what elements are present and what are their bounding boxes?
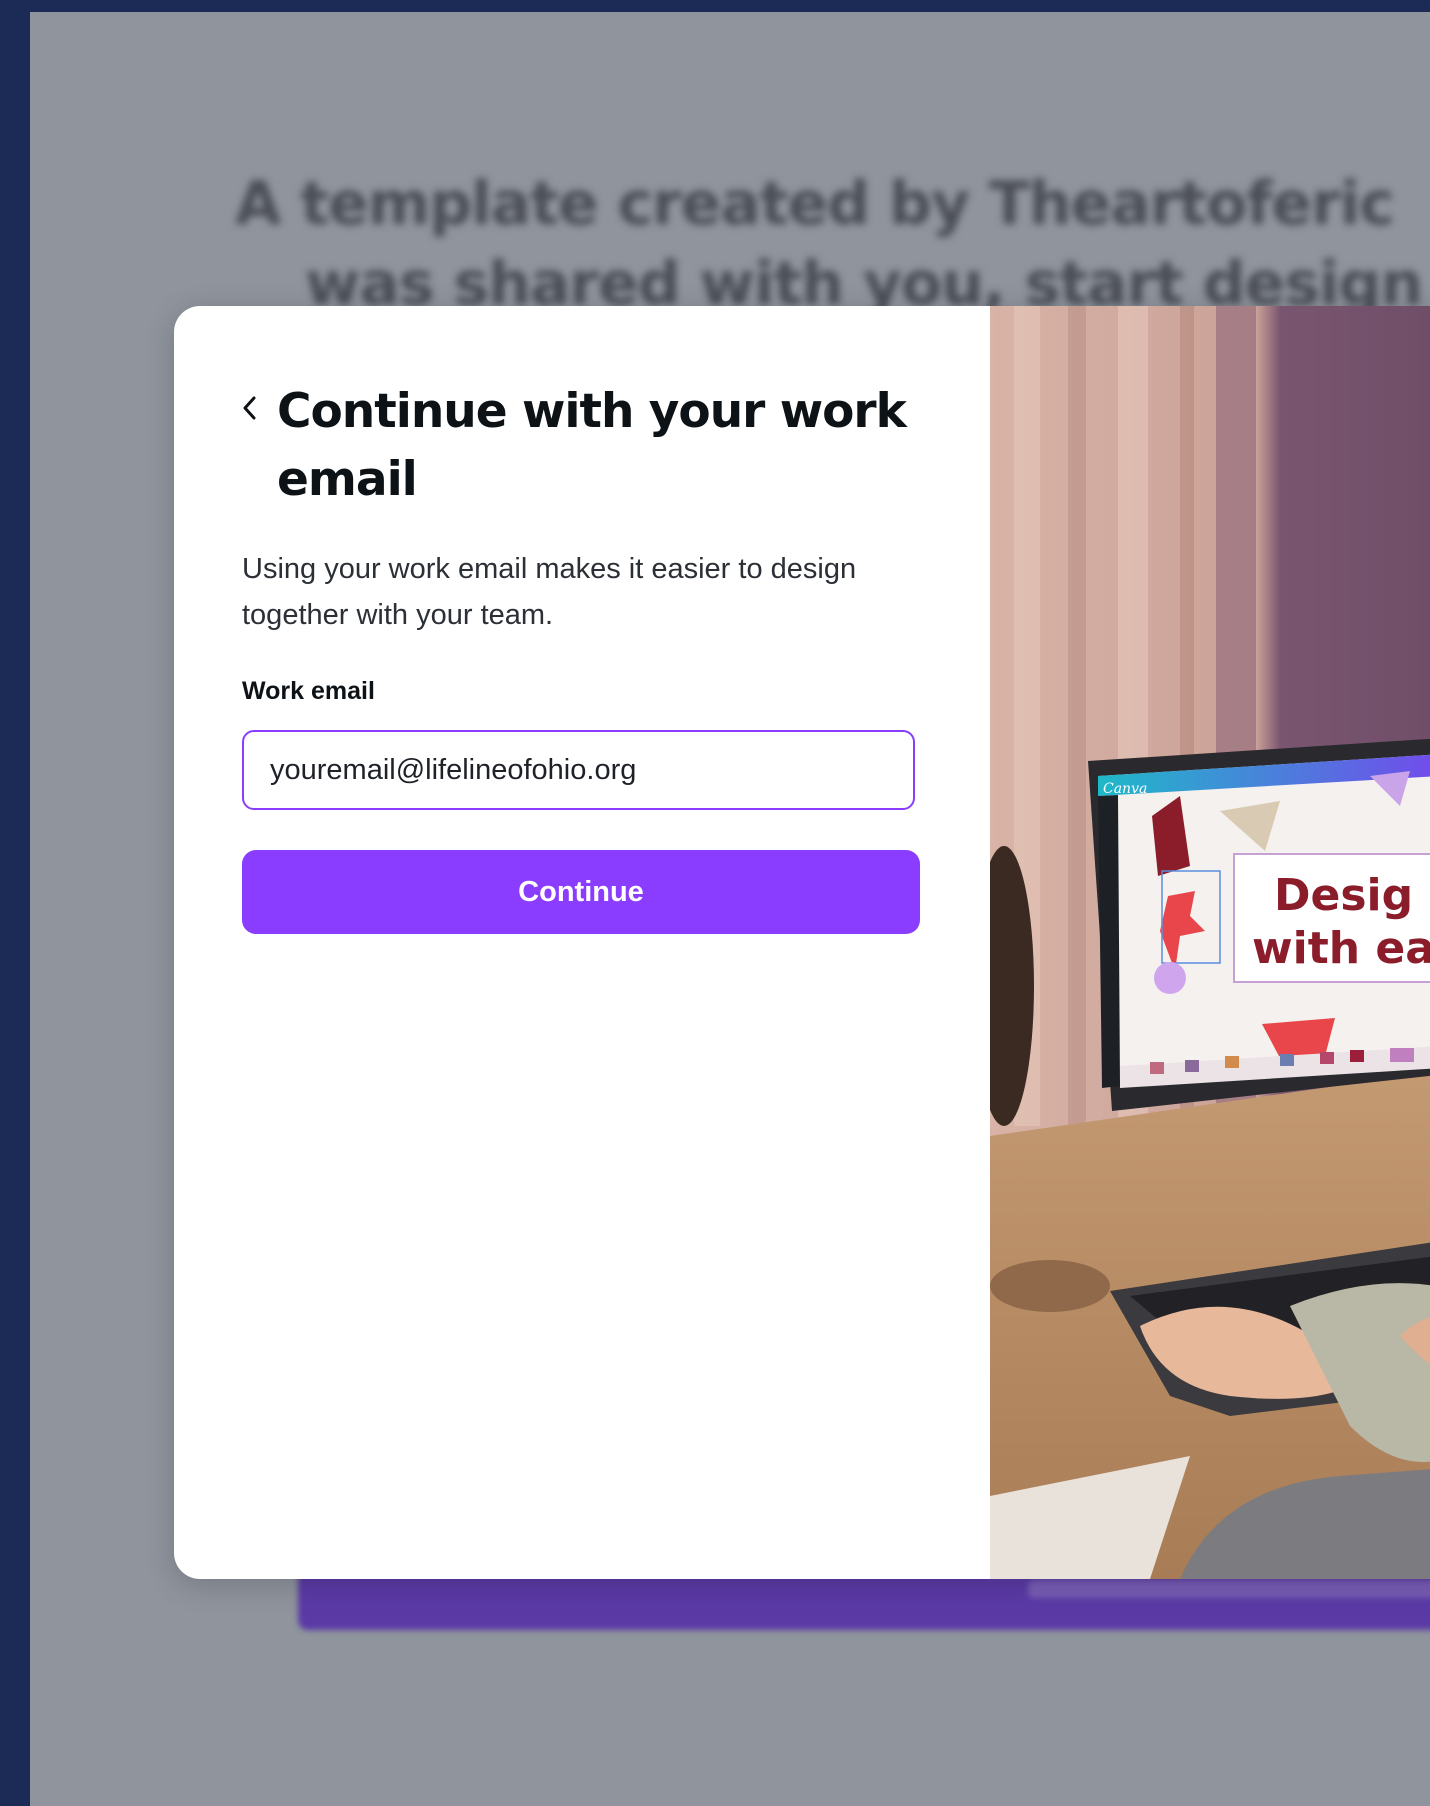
background-heading: A template created by Theartoferic was s… (235, 164, 1430, 324)
canva-logo: Canva (1103, 781, 1147, 797)
design-headline-line2: with ea (1252, 923, 1430, 974)
back-button[interactable] (236, 388, 264, 428)
background-cta-label (1028, 1580, 1430, 1598)
modal-title: Continue with your work email (277, 384, 907, 507)
illustration-panel: Canva Desig with ea (990, 306, 1430, 1579)
form-panel: Continue with your work email Using your… (174, 306, 990, 1579)
email-field[interactable] (242, 730, 915, 810)
email-label: Work email (242, 677, 375, 705)
modal-description: Using your work email makes it easier to… (242, 553, 857, 631)
continue-button[interactable]: Continue (242, 850, 920, 934)
login-modal: Continue with your work email Using your… (174, 306, 1430, 1579)
design-headline-line1: Desig (1274, 870, 1413, 921)
chevron-left-icon (243, 396, 256, 420)
background-heading-line1: A template created by Theartoferic (235, 169, 1395, 239)
promo-photo: Canva Desig with ea (990, 306, 1430, 1579)
